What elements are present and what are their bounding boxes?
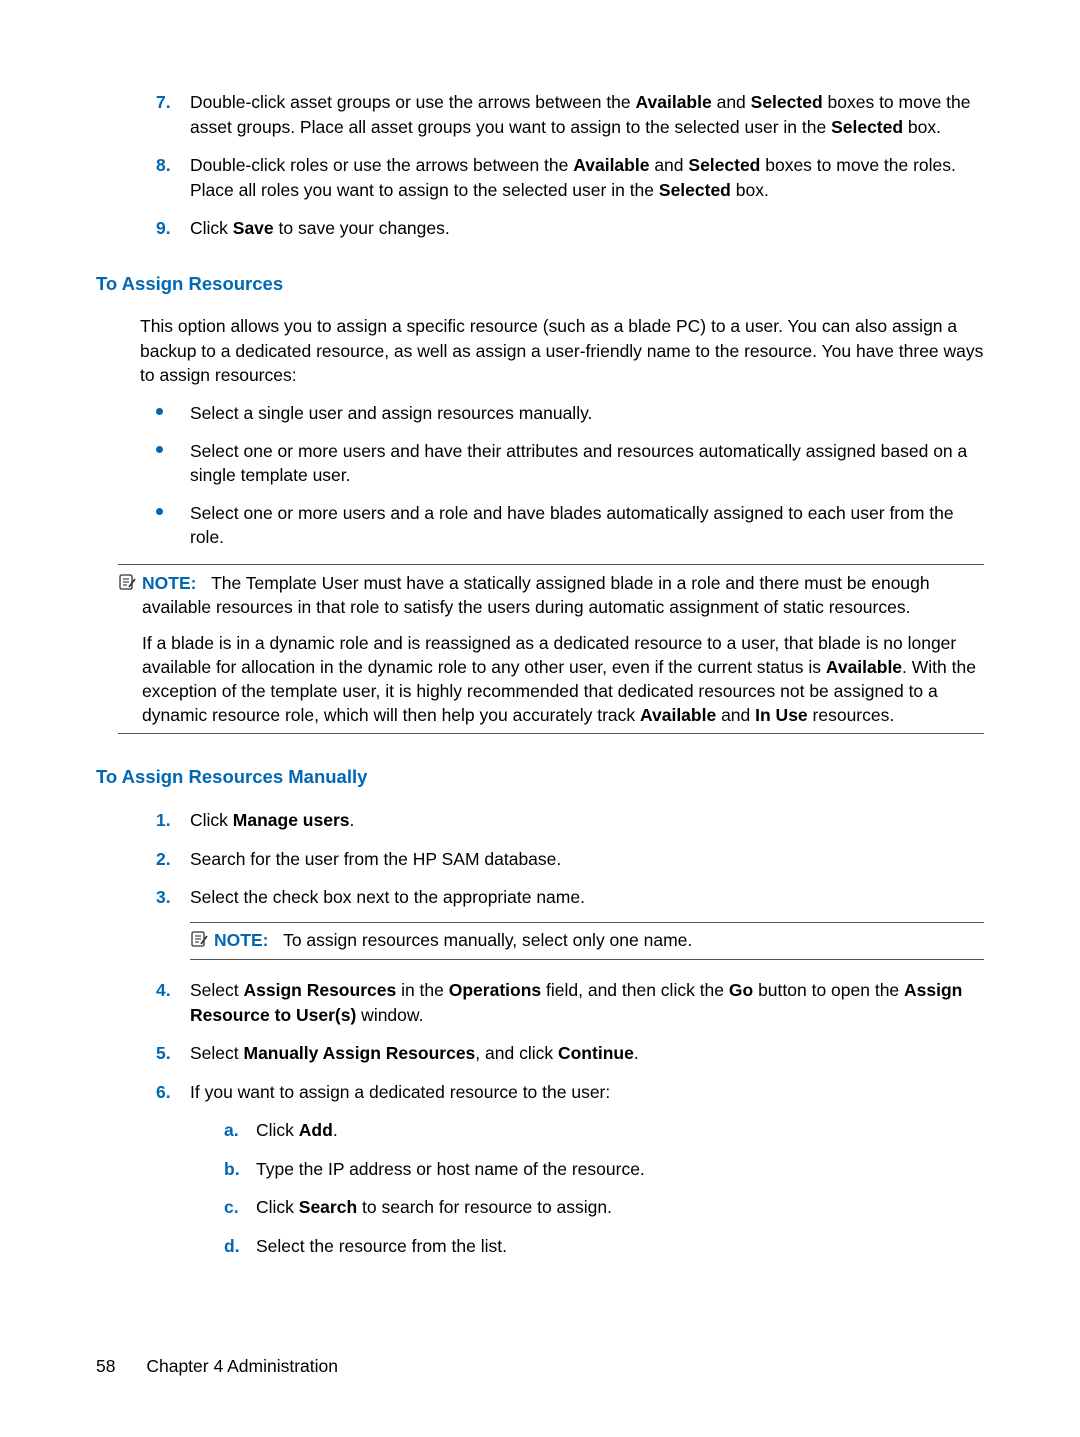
sub-steps-list: a. Click Add. b. Type the IP address or … xyxy=(224,1118,984,1258)
list-marker: 3. xyxy=(156,885,190,974)
bullet-dot-icon xyxy=(156,401,190,425)
list-marker: 9. xyxy=(156,216,190,241)
note-label: NOTE: xyxy=(214,930,268,950)
note-block: NOTE: The Template User must have a stat… xyxy=(118,564,984,735)
list-item-8: 8. Double-click roles or use the arrows … xyxy=(156,153,984,202)
list-text: Click Manage users. xyxy=(190,808,984,833)
bullet-list: Select a single user and assign resource… xyxy=(156,401,984,550)
heading-assign-resources-manually: To Assign Resources Manually xyxy=(96,764,984,790)
bullet-text: Select one or more users and have their … xyxy=(190,439,984,487)
list-text: Search for the user from the HP SAM data… xyxy=(190,847,984,872)
sub-marker: b. xyxy=(224,1157,256,1182)
list-marker: 8. xyxy=(156,153,190,202)
list-marker: 7. xyxy=(156,90,190,139)
list-text: Double-click roles or use the arrows bet… xyxy=(190,153,984,202)
list-text: Click Save to save your changes. xyxy=(190,216,984,241)
sub-marker: d. xyxy=(224,1234,256,1259)
chapter-label: Chapter 4 Administration xyxy=(146,1356,338,1376)
step-4: 4. Select Assign Resources in the Operat… xyxy=(156,978,984,1027)
sub-step-d: d. Select the resource from the list. xyxy=(224,1234,984,1259)
list-text: Select the check box next to the appropr… xyxy=(190,885,984,974)
step-5: 5. Select Manually Assign Resources, and… xyxy=(156,1041,984,1066)
sub-marker: c. xyxy=(224,1195,256,1220)
note-label: NOTE: xyxy=(142,573,196,593)
bullet-item: Select one or more users and have their … xyxy=(156,439,984,487)
note-body: To assign resources manually, select onl… xyxy=(283,930,692,950)
sub-text: Select the resource from the list. xyxy=(256,1234,984,1259)
step-6: 6. If you want to assign a dedicated res… xyxy=(156,1080,984,1273)
sub-text: Click Search to search for resource to a… xyxy=(256,1195,984,1220)
note-icon xyxy=(190,930,208,955)
list-text: Double-click asset groups or use the arr… xyxy=(190,90,984,139)
bullet-dot-icon xyxy=(156,439,190,487)
step-3: 3. Select the check box next to the appr… xyxy=(156,885,984,974)
sub-step-c: c. Click Search to search for resource t… xyxy=(224,1195,984,1220)
bullet-dot-icon xyxy=(156,501,190,549)
bullet-item: Select a single user and assign resource… xyxy=(156,401,984,425)
list-item-9: 9. Click Save to save your changes. xyxy=(156,216,984,241)
heading-assign-resources: To Assign Resources xyxy=(96,271,984,297)
list-text: If you want to assign a dedicated resour… xyxy=(190,1080,984,1273)
list-item-7: 7. Double-click asset groups or use the … xyxy=(156,90,984,139)
sub-step-b: b. Type the IP address or host name of t… xyxy=(224,1157,984,1182)
inner-note-text: NOTE: To assign resources manually, sele… xyxy=(214,928,984,952)
step-2: 2. Search for the user from the HP SAM d… xyxy=(156,847,984,872)
list-marker: 1. xyxy=(156,808,190,833)
sub-text: Click Add. xyxy=(256,1118,984,1143)
note-body: The Template User must have a statically… xyxy=(142,573,930,617)
bullet-item: Select one or more users and a role and … xyxy=(156,501,984,549)
note-text: NOTE: The Template User must have a stat… xyxy=(142,571,984,619)
list-marker: 2. xyxy=(156,847,190,872)
list-text: Select Manually Assign Resources, and cl… xyxy=(190,1041,984,1066)
intro-paragraph: This option allows you to assign a speci… xyxy=(140,314,984,386)
list-marker: 5. xyxy=(156,1041,190,1066)
bullet-text: Select a single user and assign resource… xyxy=(190,401,984,425)
sub-step-a: a. Click Add. xyxy=(224,1118,984,1143)
sub-marker: a. xyxy=(224,1118,256,1143)
step-1: 1. Click Manage users. xyxy=(156,808,984,833)
list-text: Select Assign Resources in the Operation… xyxy=(190,978,984,1027)
manual-steps-list: 1. Click Manage users. 2. Search for the… xyxy=(156,808,984,1272)
top-numbered-list: 7. Double-click asset groups or use the … xyxy=(156,90,984,241)
note-icon xyxy=(118,573,136,598)
inner-note-block: NOTE: To assign resources manually, sele… xyxy=(190,922,984,961)
sub-text: Type the IP address or host name of the … xyxy=(256,1157,984,1182)
note-continued-paragraph: If a blade is in a dynamic role and is r… xyxy=(142,631,984,728)
page-number: 58 xyxy=(96,1356,115,1377)
list-marker: 4. xyxy=(156,978,190,1027)
list-marker: 6. xyxy=(156,1080,190,1273)
bullet-text: Select one or more users and a role and … xyxy=(190,501,984,549)
page-footer: 58 Chapter 4 Administration xyxy=(96,1356,338,1377)
